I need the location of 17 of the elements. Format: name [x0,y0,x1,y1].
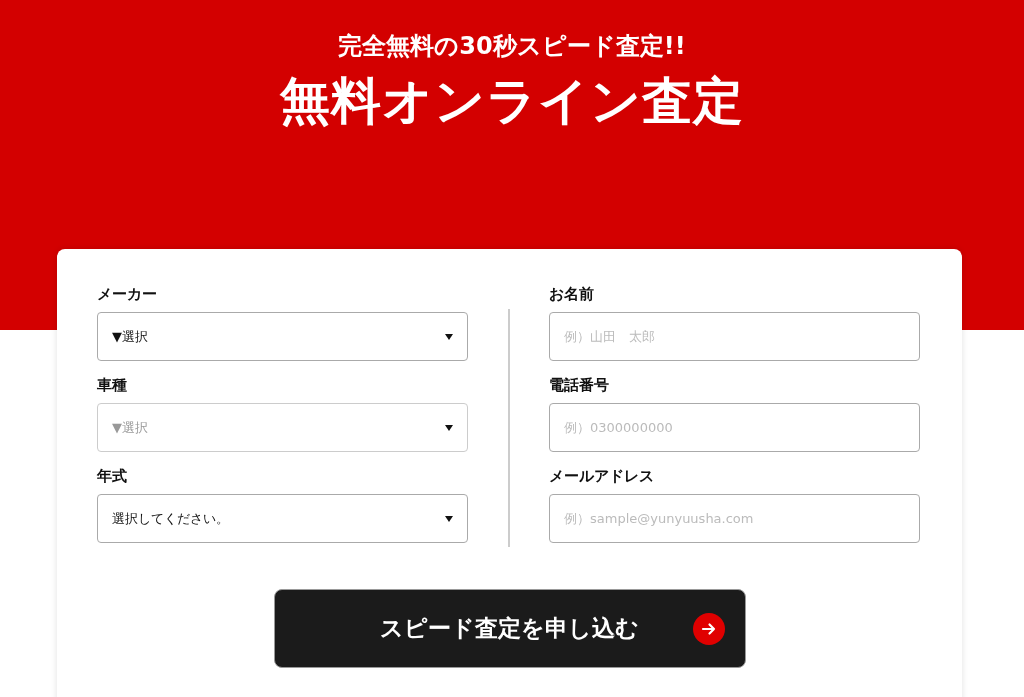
field-label: お名前 [549,285,595,304]
select-field[interactable]: ▼選択 [97,312,468,361]
caret-icon [445,424,453,431]
field-label: メールアドレス [549,467,655,486]
banner-subtitle: 完全無料の30秒スピード査定!! [337,31,687,62]
field-label: 年式 [97,467,128,486]
banner-title: 無料オンライン査定 [279,71,745,132]
select-field[interactable]: 選択してください。 [97,494,468,543]
input-field[interactable]: 例）sample@yunyuusha.com [549,494,920,543]
field-label: 車種 [97,376,128,395]
field-label: 電話番号 [549,376,610,395]
input-field[interactable]: 例）0300000000 [549,403,920,452]
input-field[interactable]: 例）山田 太郎 [549,312,920,361]
caret-icon [445,333,453,340]
caret-icon [445,515,453,522]
field-label: メーカー [97,285,158,304]
submit-button[interactable]: スピード査定を申し込む [273,589,746,668]
